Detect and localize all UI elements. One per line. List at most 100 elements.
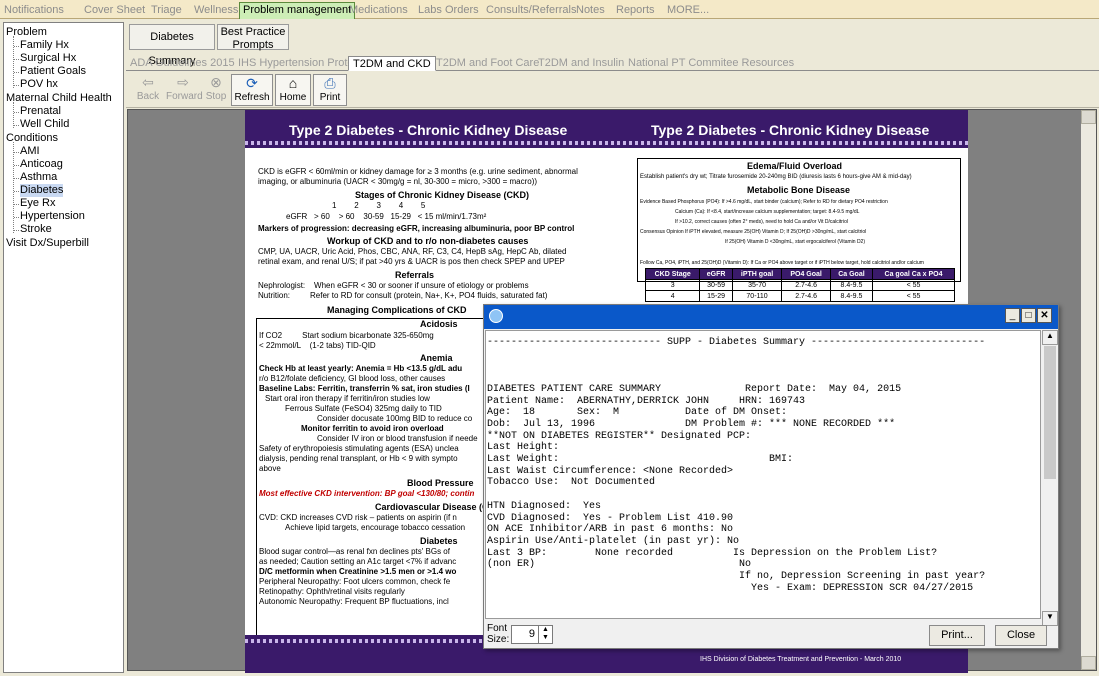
scroll-down-arrow[interactable] <box>1081 656 1096 670</box>
summary-report-text[interactable]: ----------------------------- SUPP - Dia… <box>485 330 1041 619</box>
tree-ami[interactable]: AMI <box>14 145 40 158</box>
stop-button[interactable]: ⊗ Stop <box>203 74 229 106</box>
sub-tab-bar: ADA Guidelines 2015 IHS Hypertension Pro… <box>126 56 1099 71</box>
tree-surgical-hx[interactable]: Surgical Hx <box>13 52 76 65</box>
document-title-right: Type 2 Diabetes - Chronic Kidney Disease <box>651 122 930 138</box>
home-button[interactable]: ⌂ Home <box>275 74 311 106</box>
stages-egfr: eGFR > 60 > 60 30-59 15-29 < 15 ml/min/1… <box>286 212 487 221</box>
tree-eye-rx[interactable]: Eye Rx <box>13 197 55 210</box>
referrals-line2: Nutrition: Refer to RD for consult (prot… <box>258 291 548 300</box>
tab-t2dm-foot-care[interactable]: T2DM and Foot Care <box>432 56 543 71</box>
top-button-bar: Diabetes Summary Best Practice Prompts <box>127 22 1099 67</box>
dm-line6: Autonomic Neuropathy: Frequent BP fluctu… <box>259 597 449 606</box>
tree-asthma[interactable]: Asthma <box>13 171 57 184</box>
stages-title: Stages of Chronic Kidney Disease (CKD) <box>355 190 530 200</box>
best-practice-prompts-button[interactable]: Best Practice Prompts <box>217 24 289 51</box>
back-button[interactable]: ⇦ Back <box>131 74 165 106</box>
workup-line1: CMP, UA, UACR, Uric Acid, Phos, CBC, ANA… <box>258 247 567 256</box>
anemia-line10: dialysis, pending renal transplant, or H… <box>259 454 458 463</box>
tab-medications[interactable]: Medications <box>345 2 412 19</box>
tree-hypertension[interactable]: Hypertension <box>14 210 85 223</box>
tree-pov-hx[interactable]: POV hx <box>14 78 58 91</box>
mbd-line5: If 25(OH) Vitamin D <30ng/mL, start ergo… <box>725 239 866 245</box>
document-header-banner: Type 2 Diabetes - Chronic Kidney Disease… <box>245 110 968 148</box>
table-header-cell: CKD Stage <box>644 268 701 280</box>
viewer-scrollbar[interactable] <box>1081 110 1096 670</box>
tab-notifications[interactable]: Notifications <box>0 2 68 19</box>
tab-problem-management[interactable]: Problem management <box>239 2 356 19</box>
acidosis-title: Acidosis <box>420 319 458 329</box>
mbd-line4: Consensus Opinion If iPTH elevated, meas… <box>640 229 867 235</box>
tree-diabetes[interactable]: Diabetes <box>13 184 64 197</box>
scroll-thumb[interactable] <box>1044 346 1056 479</box>
home-icon: ⌂ <box>288 75 298 91</box>
diabetes-summary-button[interactable]: Diabetes Summary <box>129 24 215 67</box>
close-button[interactable]: Close <box>995 625 1047 646</box>
tab-notes[interactable]: Notes <box>572 2 609 19</box>
minimize-button[interactable]: _ <box>1005 308 1020 323</box>
forward-arrow-icon: ⇨ <box>177 74 189 90</box>
tree-patient-goals[interactable]: Patient Goals <box>13 65 86 78</box>
close-window-button[interactable]: ✕ <box>1037 308 1052 323</box>
browser-toolbar: ⇦ Back ⇨ Forward ⊗ Stop ⟳ Refresh ⌂ Home ⎙ Pri… <box>126 72 1099 108</box>
dm-line1: Blood sugar control—as renal fxn decline… <box>259 547 450 556</box>
tab-t2dm-insulin[interactable]: T2DM and Insulin <box>534 56 628 71</box>
tree-visit-dx-superbill[interactable]: Visit Dx/Superbill <box>6 237 89 250</box>
acidosis-line2: < 22mmol/L (1-2 tabs) TID-QID <box>259 341 376 350</box>
dm-line3: D/C metformin when Creatinine >1.5 men o… <box>259 567 457 576</box>
spinner-arrows-icon[interactable]: ▲ ▼ <box>538 626 552 643</box>
navigation-tree: Problem Family Hx Surgical Hx Patient Go… <box>3 22 124 673</box>
print-button[interactable]: ⎙ Print <box>313 74 347 106</box>
tab-triage[interactable]: Triage <box>147 2 186 19</box>
document-title-left: Type 2 Diabetes - Chronic Kidney Disease <box>289 122 568 138</box>
anemia-line4: Start oral iron therapy if ferritin/iron… <box>265 394 430 403</box>
tab-t2dm-ckd[interactable]: T2DM and CKD <box>348 56 436 71</box>
tree-prenatal[interactable]: Prenatal <box>14 105 61 118</box>
tree-maternal-child-health[interactable]: Maternal Child Health <box>6 92 112 105</box>
diabetes-title: Diabetes <box>420 536 458 546</box>
acidosis-line1: If CO2 Start sodium bicarbonate 325-650m… <box>259 331 434 340</box>
anemia-line2: r/o B12/folate deficiency, GI blood loss… <box>259 374 446 383</box>
tab-orders[interactable]: Orders <box>441 2 483 19</box>
refresh-icon: ⟳ <box>246 75 258 91</box>
tree-conditions[interactable]: Conditions <box>6 132 58 145</box>
popup-title-bar[interactable]: _ □ ✕ <box>484 305 1058 329</box>
anemia-line8: Consider IV iron or blood transfusion if… <box>317 434 478 443</box>
ckd-goals-table: CKD Stage eGFR iPTH goal PO4 Goal Ca Goa… <box>644 268 955 302</box>
markers-of-progression: Markers of progression: decreasing eGFR,… <box>258 224 575 233</box>
blood-pressure-title: Blood Pressure <box>407 478 474 488</box>
table-row: 3 30-59 35-70 2.7-4.6 8.4-9.5 < 55 <box>644 279 955 291</box>
tab-consults-referrals[interactable]: Consults/Referrals <box>482 2 580 19</box>
tab-cover-sheet[interactable]: Cover Sheet <box>80 2 149 19</box>
mbd-line3: If >10.2, correct causes (often 2° meds)… <box>675 219 848 225</box>
tab-reports[interactable]: Reports <box>612 2 659 19</box>
forward-button[interactable]: ⇨ Forward <box>166 74 203 106</box>
back-arrow-icon: ⇦ <box>142 74 154 90</box>
workup-title: Workup of CKD and to r/o non-diabetes ca… <box>327 236 529 246</box>
stages-numbers: 1 2 3 4 5 <box>332 201 426 210</box>
tab-ada-guidelines[interactable]: ADA Guidelines 2015 <box>126 56 239 71</box>
print-report-button[interactable]: Print... <box>929 625 985 646</box>
tree-family-hx[interactable]: Family Hx <box>14 39 69 52</box>
ckd-definition-line2: imaging, or albuminuria (UACR < 30mg/g =… <box>258 177 538 186</box>
table-header-cell: eGFR <box>699 268 733 280</box>
tree-anticoag[interactable]: Anticoag <box>14 158 63 171</box>
report-scrollbar[interactable]: ▲ ▼ <box>1042 330 1058 627</box>
table-row: 4 15-29 70-110 2.7-4.6 8.4-9.5 < 55 <box>644 290 955 302</box>
tree-stroke[interactable]: Stroke <box>14 223 52 236</box>
refresh-button[interactable]: ⟳ Refresh <box>231 74 273 106</box>
blood-pressure-line: Most effective CKD intervention: BP goal… <box>259 489 475 498</box>
maximize-button[interactable]: □ <box>1021 308 1036 323</box>
anemia-line11: above <box>259 464 281 473</box>
scroll-up-arrow[interactable] <box>1081 110 1096 124</box>
scroll-up-icon[interactable]: ▲ <box>1042 330 1058 345</box>
tab-wellness[interactable]: Wellness <box>190 2 242 19</box>
scroll-down-icon[interactable]: ▼ <box>1042 611 1058 626</box>
tree-well-child[interactable]: Well Child <box>13 118 69 131</box>
tree-problem[interactable]: Problem <box>6 26 47 39</box>
font-size-spinner[interactable]: 9 ▲ ▼ <box>511 625 553 644</box>
tab-national-pt-resources[interactable]: National PT Commitee Resources <box>624 56 798 71</box>
tab-more[interactable]: MORE... <box>663 2 713 19</box>
table-header-cell: Ca Goal <box>829 268 874 280</box>
diabetes-summary-window: _ □ ✕ ----------------------------- SUPP… <box>483 304 1059 649</box>
